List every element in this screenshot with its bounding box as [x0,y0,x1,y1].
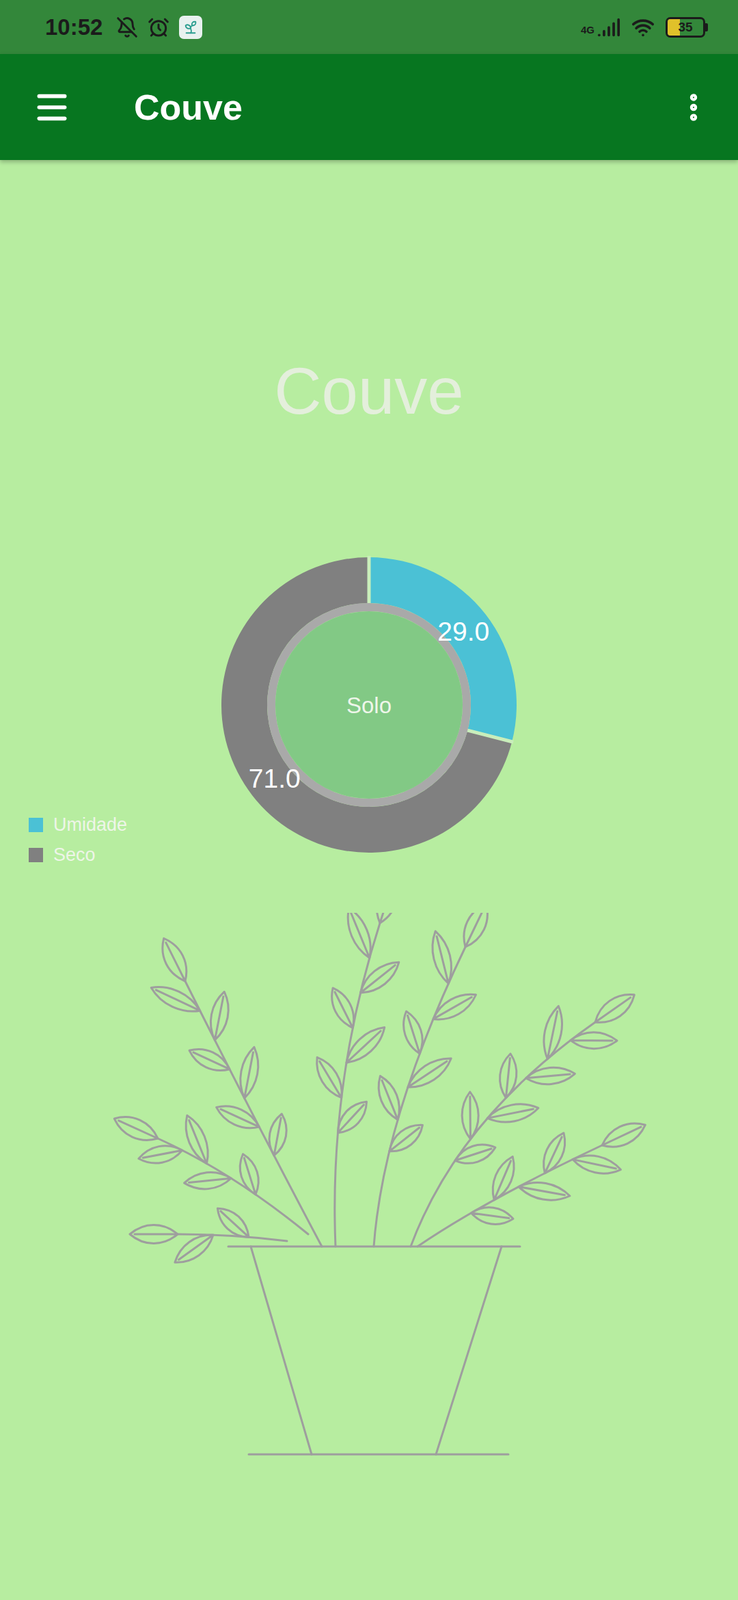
center-label: Solo [346,692,392,718]
more-vertical-icon [676,90,711,125]
chart-center [275,610,463,799]
status-right: 4G 35 [580,15,708,39]
plant-leaf [265,1111,290,1157]
plant-leaf [457,912,495,951]
legend-label: Seco [53,843,96,866]
app-bar-title: Couve [133,86,243,128]
legend-swatch [28,847,44,862]
plant-leaf [398,1008,428,1056]
plant-leaf [355,955,404,1000]
bell-off-icon [116,16,139,39]
plant-stem [185,980,322,1246]
pot-rim [228,1245,521,1248]
pot-side [250,1245,312,1454]
plant-leaf [235,1150,264,1196]
plant-leaf [211,1201,255,1243]
pot-side [435,1245,502,1454]
plant-leaf [155,934,194,986]
plant-name: Couve [274,351,464,430]
battery-nub [705,23,708,32]
plant-leaf [341,912,378,961]
plant-leaf [179,1111,215,1166]
plant-leaf [213,1099,264,1135]
app-screen: 10:52 4G 35 Couve Couve Umidade Seco Solo 29.0 71… [0,0,738,1599]
plant-leaf [384,1117,428,1157]
plant-leaf [325,984,361,1032]
plant-leaf [110,1109,162,1147]
plant-leaf [537,1128,571,1177]
plant-illustration [0,912,738,1459]
app-bar: Couve [0,53,738,160]
overflow-menu-button[interactable] [676,90,711,125]
legend-label: Umidade [53,813,128,836]
chart-spacer [516,543,738,866]
menu-button[interactable] [32,88,72,127]
plant-leaf [429,987,480,1027]
chart-slice[interactable] [221,556,512,853]
wifi-icon [631,15,655,39]
status-left: 10:52 [45,14,203,41]
slice-separator [459,727,514,742]
plant-leaf [332,1095,374,1138]
donut-chart: Solo 29.0 71.0 [221,543,517,866]
slice-value: 71.0 [248,763,301,793]
slice-value: 29.0 [437,616,490,646]
battery-icon: 35 [665,17,708,38]
plant-leaf [525,1065,577,1086]
pot-base [248,1452,509,1455]
plant-leaf [340,1020,391,1069]
chart-legend: Umidade Seco [0,813,222,866]
plant-leaf [589,986,640,1030]
plant-leaf [461,1091,480,1139]
plant-leaf [570,1150,622,1177]
plant-leaf [129,1224,178,1243]
status-bar: 10:52 4G 35 [0,0,738,54]
plant-leaf [597,1115,650,1153]
plant-leaf [372,1072,406,1123]
plant-leaf [147,979,204,1018]
plant-leaf [497,1052,519,1099]
battery-body: 35 [665,17,706,38]
plant-leaf [236,1044,263,1099]
plant-stem [410,1021,596,1246]
slice-separator [367,555,372,611]
plant-leaf [403,1050,456,1094]
plant-leaf [207,989,233,1041]
plant-leaf [485,1099,540,1126]
plant-leaf [452,1139,498,1168]
plant-leaf [137,1141,184,1167]
status-time: 10:52 [45,14,103,41]
chart-row: Umidade Seco Solo 29.0 71.0 [0,543,738,866]
legend-item: Umidade [28,813,222,836]
network-type: 4G [580,23,595,36]
plant-leaf [185,1042,234,1077]
plant-leaf [427,928,457,985]
battery-reading: 35 [667,19,704,36]
plant-leaf [310,1052,349,1101]
legend-swatch [28,817,44,832]
signal-icon [597,15,621,39]
plant-leaf [570,1031,618,1049]
legend-item: Seco [28,843,222,866]
plant-leaf [486,1152,521,1203]
alarm-icon [147,16,170,39]
plant-leaf [517,1178,572,1204]
plant-leaf [183,1169,232,1192]
hamburger-icon [32,88,72,127]
plant-content: Couve Umidade Seco Solo 29.0 71.0 [0,159,738,1459]
plant-leaf [371,912,404,926]
sprout-icon [183,19,199,35]
plant-leaf [470,1204,515,1226]
app-notification-icon [179,15,203,39]
plant-leaf [539,1003,567,1060]
